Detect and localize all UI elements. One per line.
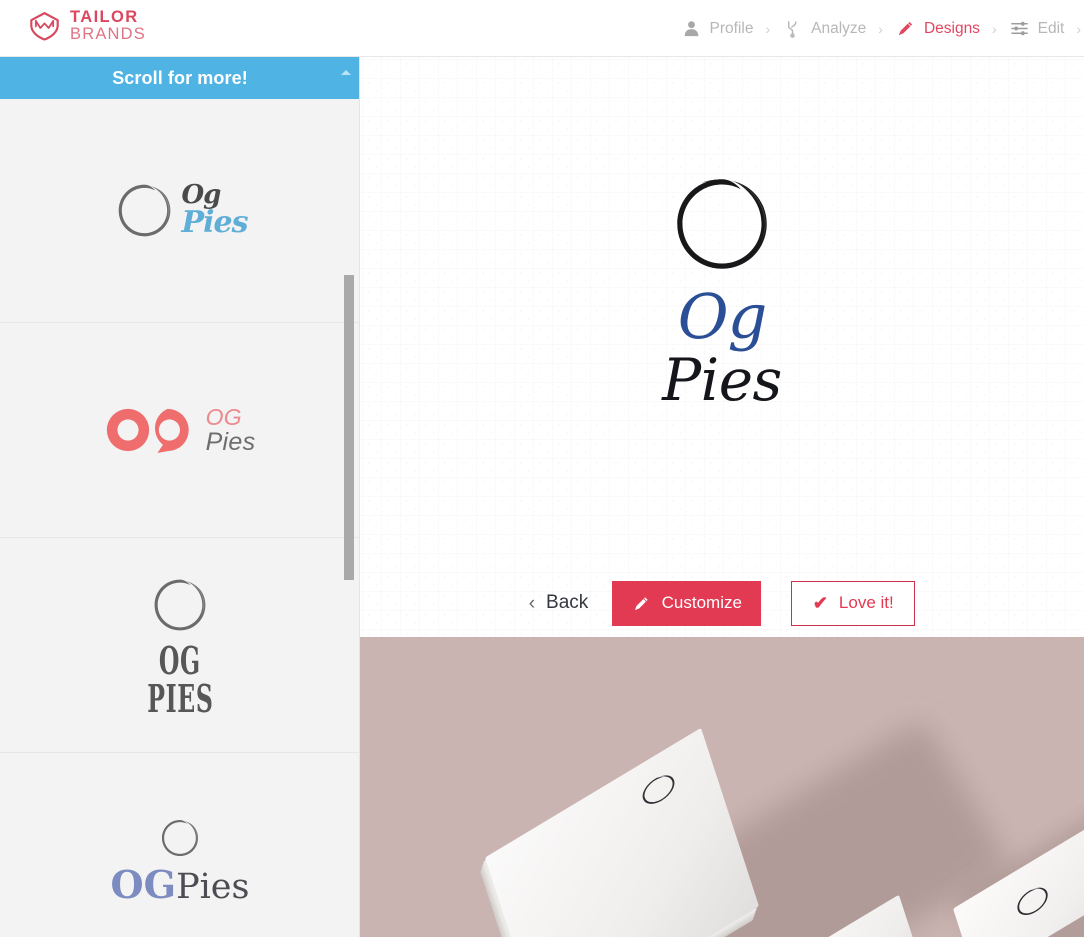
pencil-icon [634, 596, 648, 610]
breadcrumb-label-profile: Profile [709, 19, 754, 37]
chevron-left-icon: ‹ [528, 592, 536, 614]
enso-brush-circle-icon [677, 179, 767, 269]
design-thumbnail-3-primary: OG [159, 637, 201, 683]
scroll-banner-label: Scroll for more! [112, 67, 248, 88]
check-icon: ✔ [812, 593, 828, 613]
enso-brush-circle-icon [161, 819, 199, 856]
design-thumbnail-3[interactable]: OG PIES [0, 538, 359, 753]
design-thumbnail-1-secondary: Pies [181, 205, 249, 241]
letterhead-top-sheet: OG PIES 1234 BAKER ST NEW YORK 917 555 0… [484, 727, 760, 937]
breadcrumb-label-designs: Designs [923, 19, 980, 37]
branch-icon [788, 21, 797, 38]
app-header: TAILOR BRANDS Profile › Analyze › Design… [0, 0, 1084, 57]
design-thumbnail-1[interactable]: Og Pies [0, 99, 359, 323]
stationery-mockup-preview[interactable]: OG PIES 1234 BAKER ST NEW YORK 917 555 0… [360, 637, 1084, 937]
breadcrumb: Profile › Analyze › Designs › Edit › [682, 0, 1084, 57]
breadcrumb-item-designs[interactable]: Designs [896, 19, 980, 38]
design-thumbnail-1-artwork: Og Pies [40, 126, 320, 296]
selected-logo-secondary-text: Pies [662, 345, 782, 414]
design-thumbnail-3-secondary: PIES [146, 676, 214, 721]
caret-up-icon[interactable] [341, 70, 351, 75]
scroll-for-more-banner[interactable]: Scroll for more! [0, 57, 359, 99]
sliders-icon [1010, 21, 1028, 36]
design-action-bar: ‹ Back Customize ✔ Love it! [360, 570, 1084, 636]
wordmark-line-1: TAILOR [70, 8, 139, 26]
breadcrumb-separator: › [878, 20, 883, 37]
design-thumbnail-list: Og Pies OG Pies OG PIES OG Pies [0, 99, 359, 937]
enso-brush-circle-icon [154, 579, 206, 631]
design-thumbnail-2-primary: OG [205, 403, 242, 430]
sidebar-scrollbar[interactable] [344, 275, 354, 580]
person-icon [684, 21, 698, 37]
design-thumbnail-1-text: Og Pies [181, 179, 249, 241]
selected-logo-primary-text: Og [677, 280, 768, 353]
breadcrumb-separator: › [991, 20, 997, 37]
breadcrumb-label-analyze: Analyze [811, 19, 867, 37]
design-thumbnail-4-primary: OG [110, 861, 177, 907]
breadcrumb-separator: › [765, 20, 771, 37]
design-thumbnail-4-text: OG Pies [110, 861, 250, 907]
back-button-label: Back [546, 592, 589, 613]
selected-logo-artwork: Og Pies [360, 57, 1084, 557]
tailor-brands-heart-icon [30, 12, 59, 41]
back-button[interactable]: ‹ Back [529, 592, 613, 614]
breadcrumb-item-edit[interactable]: Edit [1010, 19, 1065, 38]
design-thumbnail-4-secondary: Pies [176, 866, 250, 907]
design-thumbnail-1-primary: Og [181, 179, 222, 210]
double-donut-icon [106, 408, 189, 453]
enso-brush-circle-icon [118, 184, 170, 237]
design-thumbnail-3-artwork: OG PIES [40, 560, 320, 730]
breadcrumb-label-edit: Edit [1037, 19, 1065, 37]
enso-brush-circle-icon [642, 775, 675, 804]
app-root: TAILOR BRANDS Profile › Analyze › Design… [0, 0, 1084, 937]
design-thumbnail-2-text: OG Pies [205, 403, 256, 456]
design-thumbnail-2-artwork: OG Pies [40, 345, 320, 515]
design-thumbnail-2-secondary: Pies [205, 427, 256, 456]
pencil-icon [898, 21, 913, 36]
design-thumbnail-4-artwork: OG Pies [40, 775, 320, 937]
design-preview-canvas: Og Pies ‹ Back Customize ✔ Love it! [360, 57, 1084, 637]
breadcrumb-item-analyze[interactable]: Analyze [783, 19, 866, 38]
enso-brush-circle-icon [1017, 887, 1048, 915]
breadcrumb-item-profile[interactable]: Profile [682, 19, 754, 38]
design-variants-sidebar: Scroll for more! Og Pies OG Pies OG PIES… [0, 57, 360, 937]
love-it-button-label: Love it! [838, 593, 894, 612]
tailor-brands-wordmark: TAILOR BRANDS [70, 9, 146, 43]
tailor-brands-logo[interactable]: TAILOR BRANDS [28, 9, 146, 43]
customize-button[interactable]: Customize [612, 580, 762, 626]
design-thumbnail-2[interactable]: OG Pies [0, 323, 359, 538]
breadcrumb-separator: › [1076, 20, 1081, 37]
design-thumbnail-4[interactable]: OG Pies [0, 753, 359, 937]
customize-button-label: Customize [661, 593, 742, 612]
love-it-button[interactable]: ✔ Love it! [791, 580, 916, 626]
wordmark-line-2: BRANDS [70, 24, 146, 43]
